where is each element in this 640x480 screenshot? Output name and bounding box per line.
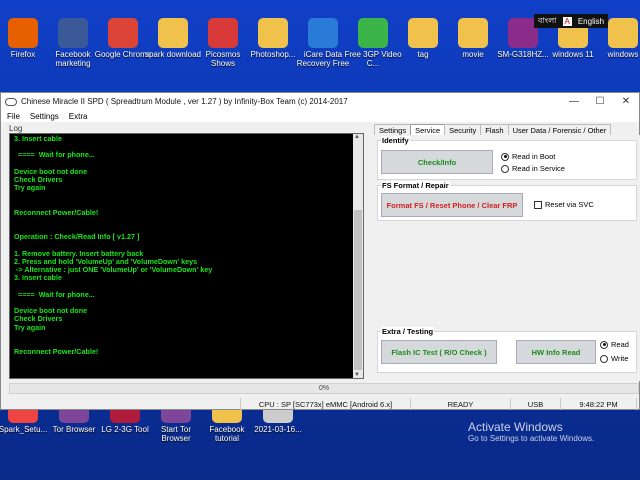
log-scrollbar[interactable]: ▲ ▼ [353, 134, 363, 378]
fs-title: FS Format / Repair [381, 181, 450, 190]
close-icon[interactable]: ✕ [613, 96, 639, 107]
activate-sub: Go to Settings to activate Windows. [468, 434, 595, 443]
hw-info-read-button[interactable]: HW Info Read [516, 340, 596, 364]
menu-bar: File Settings Extra [1, 110, 639, 122]
read-in-service-label: Read in Service [512, 164, 565, 173]
icare-icon[interactable] [308, 18, 338, 48]
app-window: Chinese Miracle II SPD ( Spreadtrum Modu… [0, 92, 640, 410]
radio-dot[interactable] [501, 152, 509, 161]
folder-icon[interactable] [258, 18, 288, 48]
log-line: Try again [14, 322, 46, 332]
log-line: ==== Wait for phone... [14, 289, 95, 299]
log-line: Reconnect Power/Cable! [14, 347, 99, 357]
read-label: Read [611, 340, 629, 349]
read-in-boot-label: Read in Boot [512, 152, 556, 161]
desktop-icon-label[interactable]: windows [594, 50, 640, 59]
check-info-button[interactable]: Check/Info [381, 150, 493, 174]
activate-heading: Activate Windows [468, 420, 563, 434]
menu-settings[interactable]: Settings [30, 112, 59, 121]
log-line: -> Alternative : just ONE 'VolumeUp' or … [14, 265, 213, 275]
picosmos-icon[interactable] [208, 18, 238, 48]
log-line: ==== Wait for phone... [14, 150, 95, 160]
status-spacer [1, 398, 241, 410]
minimize-icon[interactable]: — [561, 96, 587, 107]
extra-title: Extra / Testing [381, 327, 435, 336]
log-line: Try again [14, 183, 46, 193]
chrome-icon[interactable] [108, 18, 138, 48]
menu-file[interactable]: File [7, 112, 20, 121]
scroll-down-icon[interactable]: ▼ [354, 372, 360, 378]
desktop-icon-label[interactable]: LG 2-3G Tool [96, 425, 154, 434]
status-bar: CPU : SP [SC773x] eMMC [Android 6.x] REA… [1, 398, 639, 410]
infinity-logo-icon [5, 97, 17, 106]
firefox-icon[interactable] [8, 18, 38, 48]
extra-group: Extra / Testing Flash IC Test ( R/O Chec… [377, 327, 637, 373]
scroll-up-icon[interactable]: ▲ [354, 134, 360, 140]
format-fs-button[interactable]: Format FS / Reset Phone / Clear FRP [381, 193, 523, 217]
log-line: Operation : Check/Read Info [ v1.27 ] [14, 232, 140, 242]
english-label[interactable]: English [578, 17, 604, 26]
log-line: Device boot not done [14, 306, 88, 316]
identify-group: Identify Check/Info Read in Boot Read in… [377, 136, 637, 180]
scroll-thumb[interactable] [354, 210, 362, 370]
radio-dot[interactable] [600, 340, 608, 349]
log-line: 3. Insert cable [14, 273, 62, 283]
folder-icon[interactable] [158, 18, 188, 48]
folder-icon[interactable] [608, 18, 638, 48]
desktop-icon-label[interactable]: Start Tor Browser [147, 425, 205, 443]
read-radio[interactable]: Read [600, 340, 629, 349]
write-radio[interactable]: Write [600, 354, 628, 363]
log-line: 3. Insert cable [14, 134, 62, 143]
title-bar: Chinese Miracle II SPD ( Spreadtrum Modu… [1, 93, 639, 110]
log-console[interactable]: 3. Insert cable ==== Wait for phone... D… [9, 133, 364, 379]
progress-text: 0% [318, 385, 330, 392]
desktop-icon-label[interactable]: 2021-03-16... [249, 425, 307, 434]
log-line: Device boot not done [14, 166, 88, 176]
log-line: Reconnect Power/Cable! [14, 207, 99, 217]
menu-extra[interactable]: Extra [69, 112, 88, 121]
read-in-service-radio[interactable]: Read in Service [501, 164, 565, 173]
progress-bar: 0% [9, 383, 639, 394]
radio-dot[interactable] [600, 354, 608, 363]
log-line: Check Drivers [14, 314, 63, 324]
identify-title: Identify [381, 136, 410, 145]
log-label: Log [9, 124, 23, 133]
checkbox-box[interactable] [534, 200, 542, 209]
folder-icon[interactable] [458, 18, 488, 48]
log-line: Check Drivers [14, 175, 63, 185]
maximize-icon[interactable]: ☐ [587, 96, 613, 107]
adobe-icon[interactable]: A [562, 16, 572, 26]
flash-ic-test-button[interactable]: Flash IC Test ( R/O Check ) [381, 340, 497, 364]
window-title: Chinese Miracle II SPD ( Spreadtrum Modu… [21, 97, 348, 106]
log-lines: 3. Insert cable ==== Wait for phone... D… [14, 134, 359, 357]
language-bar[interactable]: বাংলা A English [534, 14, 609, 28]
status-time: 9:48:22 PM [561, 398, 637, 410]
fs-group: FS Format / Repair Format FS / Reset Pho… [377, 181, 637, 221]
status-port: USB [511, 398, 561, 410]
folder-icon[interactable] [408, 18, 438, 48]
desktop-icon-label[interactable]: Facebook tutorial [198, 425, 256, 443]
service-panel: Identify Check/Info Read in Boot Read in… [374, 135, 640, 381]
write-label: Write [611, 354, 629, 363]
reset-svc-label: Reset via SVC [545, 200, 594, 209]
radio-dot[interactable] [501, 164, 509, 173]
activate-windows-watermark: Activate Windows Go to Settings to activ… [468, 420, 594, 443]
status-state: READY [411, 398, 511, 410]
video-converter-icon[interactable] [358, 18, 388, 48]
reset-svc-checkbox[interactable]: Reset via SVC [534, 200, 594, 209]
read-in-boot-radio[interactable]: Read in Boot [501, 152, 555, 161]
language-label[interactable]: বাংলা [538, 15, 557, 28]
desktop-icon-label[interactable]: Tor Browser [45, 425, 103, 434]
facebook-icon[interactable] [58, 18, 88, 48]
status-cpu: CPU : SP [SC773x] eMMC [Android 6.x] [241, 398, 411, 410]
